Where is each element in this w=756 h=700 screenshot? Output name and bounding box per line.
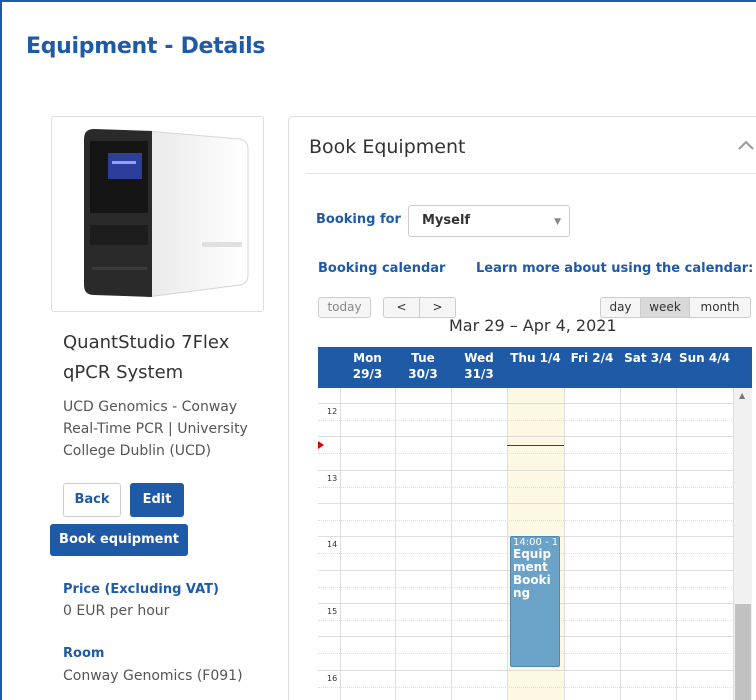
booking-calendar-label: Booking calendar: [318, 261, 446, 276]
booking-for-value: Myself: [422, 213, 471, 228]
event-title: Equipment Booking: [513, 547, 552, 600]
panel-divider: [306, 173, 756, 174]
calendar-range-title: Mar 29 – Apr 4, 2021: [449, 316, 617, 335]
equipment-facility: UCD Genomics - Conway Real-Time PCR | Un…: [63, 399, 248, 459]
day-name: Wed: [464, 351, 494, 365]
grid-line: [318, 670, 734, 671]
chevron-up-icon[interactable]: [737, 132, 755, 156]
grid-line: [318, 403, 734, 404]
hour-label: 16: [327, 674, 338, 683]
day-name: Thu 1/4: [510, 351, 561, 365]
equipment-name: QuantStudio 7Flex qPCR System: [63, 332, 230, 383]
now-indicator-arrow: [318, 441, 324, 449]
calendar-help-text: Learn more about using the calendar:: [476, 261, 754, 276]
grid-line: [318, 436, 734, 437]
day-name: Fri 2/4: [570, 351, 614, 365]
page-title: Equipment - Details: [26, 34, 266, 59]
edit-button[interactable]: Edit: [130, 483, 184, 517]
grid-line: [318, 453, 734, 454]
booking-event[interactable]: 14:00 - 1 Equipment Booking: [510, 536, 560, 667]
scrollbar-thumb[interactable]: [735, 604, 751, 700]
grid-line: [318, 420, 734, 421]
day-header-sun[interactable]: Sun 4/4: [676, 347, 733, 388]
back-button[interactable]: Back: [63, 483, 121, 517]
grid-line: [318, 487, 734, 488]
day-header-tue[interactable]: Tue 30/3: [395, 347, 451, 388]
view-week-button[interactable]: week: [640, 297, 690, 318]
grid-line: [318, 503, 734, 504]
book-equipment-button[interactable]: Book equipment: [50, 524, 188, 556]
view-day-button[interactable]: day: [600, 297, 641, 318]
day-header-wed[interactable]: Wed 31/3: [451, 347, 507, 388]
grid-line: [318, 520, 734, 521]
panel-title: Book Equipment: [309, 136, 466, 158]
day-header-sat[interactable]: Sat 3/4: [620, 347, 676, 388]
calendar-scrollbar[interactable]: ▲: [734, 388, 752, 700]
day-date: 31/3: [464, 367, 494, 381]
today-button[interactable]: today: [318, 297, 371, 318]
prev-week-button[interactable]: <: [383, 297, 420, 318]
day-name: Mon: [353, 351, 382, 365]
day-header-mon[interactable]: Mon 29/3: [340, 347, 395, 388]
scroll-up-icon[interactable]: ▲: [739, 391, 745, 400]
day-name: Sat 3/4: [624, 351, 672, 365]
grid-line: [318, 687, 734, 688]
equipment-image: [51, 116, 264, 312]
hour-label: 14: [327, 540, 338, 549]
calendar-help-link[interactable]: Learn more about using the calendar:?: [476, 261, 756, 276]
day-name: Sun 4/4: [679, 351, 730, 365]
calendar-grid[interactable]: 12 13 14 15 16 14:00 - 1 Equipment Booki…: [318, 388, 734, 700]
price-value: 0 EUR per hour: [63, 603, 170, 619]
now-indicator-line: [507, 445, 564, 446]
day-name: Tue: [411, 351, 435, 365]
caret-down-icon: ▼: [554, 217, 561, 227]
booking-for-select[interactable]: Myself ▼: [408, 205, 570, 237]
view-month-button[interactable]: month: [689, 297, 751, 318]
booking-for-label: Booking for: [316, 212, 401, 227]
day-header-thu[interactable]: Thu 1/4: [507, 347, 564, 388]
day-header-fri[interactable]: Fri 2/4: [564, 347, 620, 388]
price-label: Price (Excluding VAT): [63, 582, 219, 597]
day-date: 30/3: [408, 367, 438, 381]
day-date: 29/3: [352, 367, 383, 381]
hour-label: 13: [327, 474, 338, 483]
hour-label: 12: [327, 407, 338, 416]
grid-line: [318, 470, 734, 471]
room-label: Room: [63, 646, 105, 661]
room-value: Conway Genomics (F091): [63, 668, 243, 684]
next-week-button[interactable]: >: [419, 297, 456, 318]
hour-label: 15: [327, 607, 338, 616]
